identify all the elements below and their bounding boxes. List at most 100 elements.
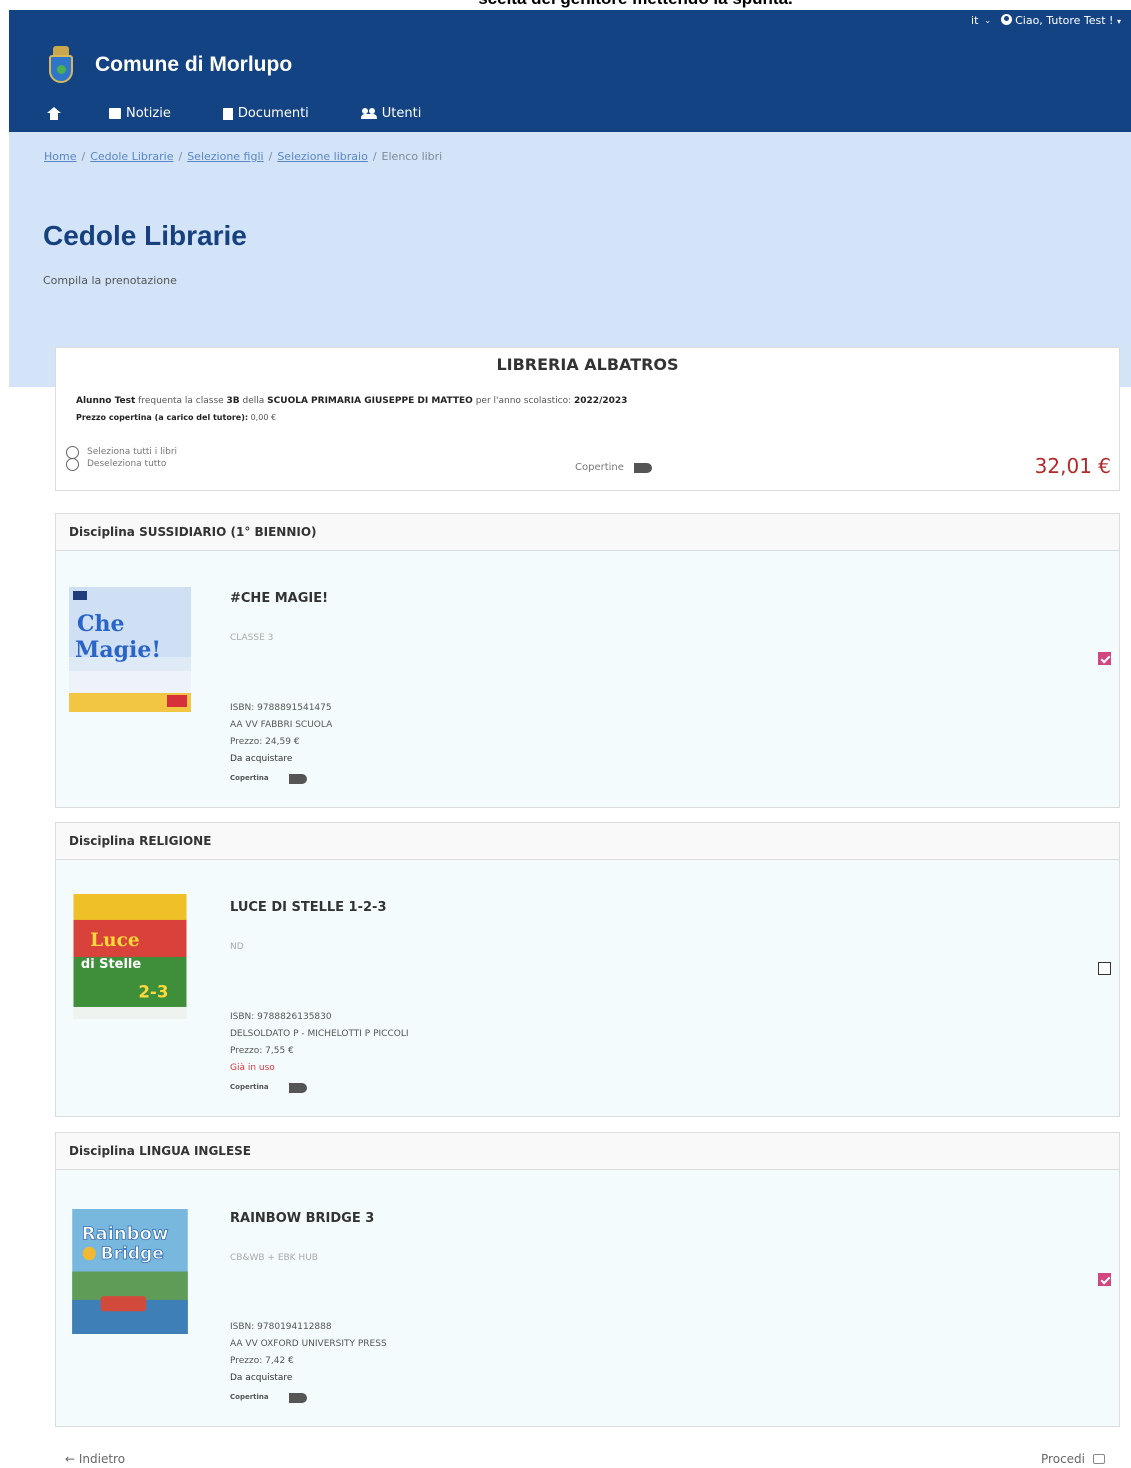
site-header: it ⌄ Ciao, Tutore Test ! ▾ Comune di Mor… — [9, 10, 1131, 132]
book-status: Già in uso — [230, 1063, 275, 1073]
municipal-crest-icon — [47, 46, 75, 84]
breadcrumb-libraio[interactable]: Selezione libraio — [277, 150, 368, 163]
nav-documenti-label: Documenti — [237, 106, 309, 121]
page-title: Cedole Librarie — [43, 220, 247, 251]
breadcrumb-figli[interactable]: Selezione figli — [187, 150, 263, 163]
deselect-all-label: Deseleziona tutto — [87, 459, 167, 469]
book-meta: ISBN: 9788826135830 DELSOLDATO P - MICHE… — [230, 1009, 409, 1096]
chevron-down-icon: ⌄ — [984, 16, 992, 25]
home-icon — [47, 107, 61, 120]
info-text: per l'anno scolastico: — [472, 396, 575, 406]
discipline-label: Disciplina — [69, 525, 135, 539]
book-checkbox[interactable] — [1098, 962, 1111, 975]
book-subtitle: CB&WB + EBK HUB — [230, 1253, 318, 1263]
cover-title-line: Magie! — [75, 637, 161, 663]
discipline-label: Disciplina — [69, 1144, 135, 1158]
caret-down-icon: ▾ — [1116, 17, 1121, 26]
brand[interactable]: Comune di Morlupo — [47, 46, 292, 84]
book-price: Prezzo: 24,59 € — [230, 737, 300, 747]
site-title: Comune di Morlupo — [95, 53, 293, 76]
page-caption: scelta del genitore mettendo la spunta. — [0, 0, 1131, 10]
nav-notizie[interactable]: Notizie — [109, 106, 171, 121]
cover-title-line: Bridge — [101, 1244, 164, 1264]
discipline-header: Disciplina SUSSIDIARIO (1° BIENNIO) — [56, 514, 1119, 551]
cover-title-line: Luce — [90, 930, 140, 951]
discipline-name: RELIGIONE — [139, 834, 212, 848]
page-subtitle: Compila la prenotazione — [43, 274, 177, 287]
book-subtitle: CLASSE 3 — [230, 633, 274, 643]
book-status: Da acquistare — [230, 754, 293, 764]
book-price: Prezzo: 7,55 € — [230, 1046, 294, 1056]
discipline-header: Disciplina LINGUA INGLESE — [56, 1133, 1119, 1170]
discipline-header: Disciplina RELIGIONE — [56, 823, 1119, 860]
breadcrumb-current: Elenco libri — [381, 150, 443, 163]
language-code: it — [971, 14, 979, 27]
main-nav: Notizie Documenti Utenti — [47, 106, 473, 121]
covers-toggle[interactable] — [633, 462, 652, 473]
breadcrumb: Home / Cedole Librarie / Selezione figli / Sel… — [44, 150, 443, 163]
book-checkbox[interactable] — [1098, 652, 1111, 665]
select-all-radio[interactable] — [66, 445, 79, 459]
info-text: frequenta la classe — [135, 396, 227, 406]
book-isbn: ISBN: 9780194112888 — [230, 1322, 332, 1332]
bookshop-name: LIBRERIA ALBATROS — [496, 355, 679, 374]
breadcrumb-home[interactable]: Home — [44, 150, 76, 163]
book-cover-image: Che Magie! — [69, 587, 191, 712]
book-meta: ISBN: 9788891541475 AA VV FABBRI SCUOLA … — [230, 700, 332, 787]
cover-title-line: Che — [77, 611, 125, 637]
nav-home[interactable] — [47, 107, 61, 120]
user-icon — [1001, 14, 1013, 25]
info-text: della — [239, 396, 268, 406]
nav-utenti-label: Utenti — [381, 106, 422, 121]
cover-toggle[interactable] — [288, 1392, 307, 1403]
users-icon — [360, 108, 377, 119]
nav-documenti[interactable]: Documenti — [222, 106, 309, 121]
bookshop-card: LIBRERIA ALBATROS Alunno Test frequenta … — [55, 347, 1120, 491]
user-greeting: Ciao, Tutore Test ! — [1015, 14, 1114, 27]
cover-title-line: di Stelle — [81, 957, 141, 972]
proceed-icon — [1093, 1454, 1105, 1464]
cover-title-line: 2-3 — [138, 983, 168, 1002]
cover-title-line: Rainbow — [82, 1223, 169, 1244]
discipline-name: SUSSIDIARIO (1° BIENNIO) — [139, 525, 317, 539]
school-name: SCUOLA PRIMARIA GIUSEPPE DI MATTEO — [267, 396, 473, 406]
covers-toggle-label: Copertine — [575, 462, 624, 473]
cover-price-value: 0,00 € — [248, 413, 277, 422]
book-title: #CHE MAGIE! — [230, 591, 329, 606]
book-author: AA VV FABBRI SCUOLA — [230, 720, 333, 730]
nav-utenti[interactable]: Utenti — [360, 106, 422, 121]
student-name: Alunno Test — [76, 396, 136, 406]
back-link[interactable]: ← Indietro — [65, 1452, 125, 1466]
deselect-all-radio[interactable] — [66, 457, 79, 471]
discipline-card: Disciplina SUSSIDIARIO (1° BIENNIO) Che … — [55, 513, 1120, 808]
cover-toggle[interactable] — [288, 1082, 307, 1093]
discipline-card: Disciplina LINGUA INGLESE Rainbow Bridge… — [55, 1132, 1120, 1427]
user-menu[interactable]: Ciao, Tutore Test ! ▾ — [1001, 14, 1121, 27]
caption-text: scelta del genitore mettendo la spunta. — [478, 0, 793, 8]
book-meta: ISBN: 9780194112888 AA VV OXFORD UNIVERS… — [230, 1319, 387, 1406]
book-status: Da acquistare — [230, 1373, 293, 1383]
cover-toggle-label: Copertina — [230, 1393, 269, 1401]
student-class: 3B — [226, 396, 240, 406]
book-isbn: ISBN: 9788891541475 — [230, 703, 332, 713]
document-icon — [222, 107, 233, 120]
language-selector[interactable]: it ⌄ — [971, 14, 991, 27]
book-checkbox[interactable] — [1098, 1273, 1111, 1286]
proceed-link[interactable]: Procedi — [1041, 1452, 1105, 1466]
student-info: Alunno Test frequenta la classe 3B della… — [76, 396, 627, 422]
book-author: AA VV OXFORD UNIVERSITY PRESS — [230, 1339, 387, 1349]
book-cover-image: Luce di Stelle 2-3 — [73, 894, 187, 1019]
school-year: 2022/2023 — [574, 396, 628, 406]
nav-notizie-label: Notizie — [126, 106, 171, 121]
book-title: RAINBOW BRIDGE 3 — [230, 1211, 375, 1226]
select-all-option[interactable]: Seleziona tutti i libri — [66, 445, 177, 459]
cover-price-label: Prezzo copertina (a carico del tutore): — [76, 413, 249, 422]
cover-toggle[interactable] — [288, 773, 307, 784]
breadcrumb-cedole[interactable]: Cedole Librarie — [90, 150, 173, 163]
deselect-all-option[interactable]: Deseleziona tutto — [66, 457, 177, 471]
covers-toggle-row: Copertine — [575, 462, 652, 473]
book-price: Prezzo: 7,42 € — [230, 1356, 294, 1366]
selection-options: Seleziona tutti i libri Deseleziona tutt… — [66, 445, 177, 471]
discipline-card: Disciplina RELIGIONE Luce di Stelle 2-3 … — [55, 822, 1120, 1117]
book-title: LUCE DI STELLE 1-2-3 — [230, 900, 387, 915]
